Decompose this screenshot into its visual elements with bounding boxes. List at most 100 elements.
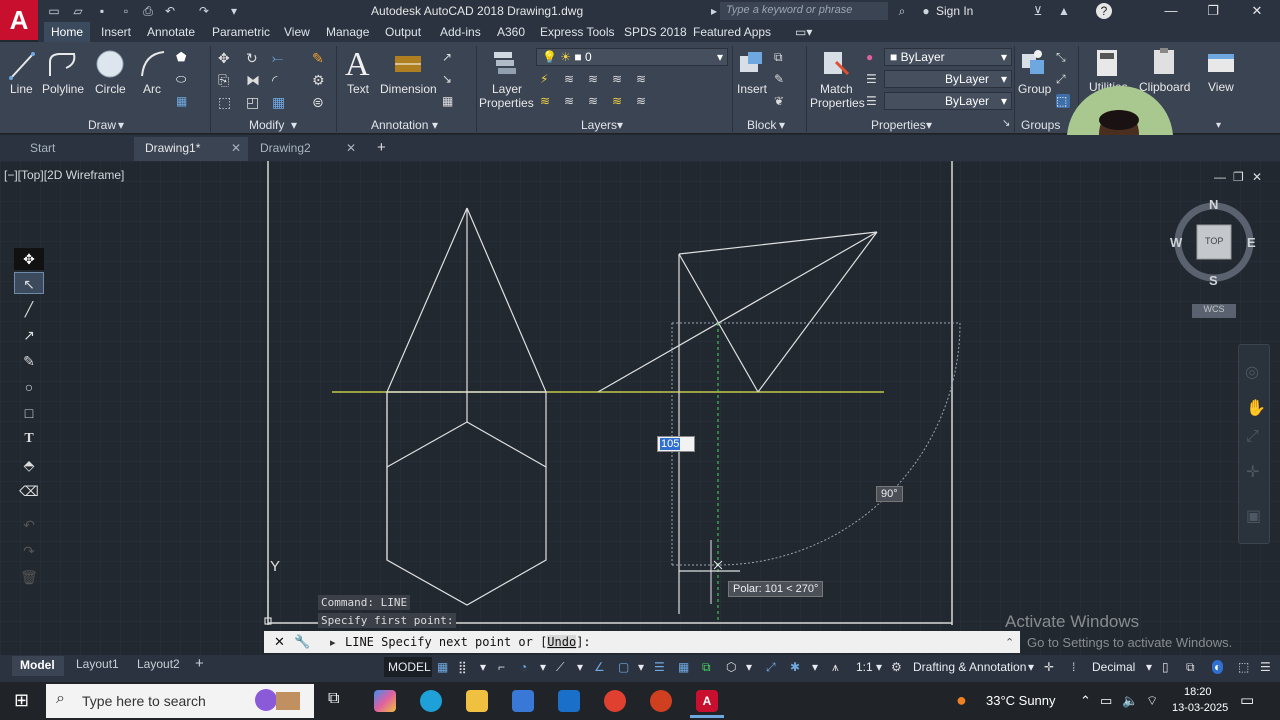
group-selection-icon[interactable]: ⬚	[1056, 94, 1070, 108]
erase-icon[interactable]: ✎	[312, 50, 326, 66]
annotation-panel-dropdown-icon[interactable]: ▾	[432, 118, 438, 132]
left-text-icon[interactable]: T	[14, 428, 44, 450]
viewport-restore-icon[interactable]: ❐	[1233, 170, 1244, 184]
layer-properties-label-1[interactable]: Layer	[492, 82, 522, 96]
tab-annotate[interactable]: Annotate	[147, 25, 195, 39]
copy-icon[interactable]: ⎘	[218, 72, 232, 88]
add-layout-plus-icon[interactable]: +	[195, 655, 204, 672]
color-dropdown[interactable]: ■ ByLayer ▾	[884, 48, 1012, 66]
layer-freeze-icon[interactable]: ≋	[612, 72, 626, 86]
layer-state-icon[interactable]: ⚡	[540, 72, 554, 86]
polygon-icon[interactable]: ⬟	[176, 50, 190, 64]
selection-filter-dropdown-icon[interactable]: ▾	[812, 660, 818, 674]
left-circle-icon[interactable]: ○	[14, 376, 44, 398]
view-label[interactable]: View	[1208, 80, 1234, 94]
layout-tab-layout1[interactable]: Layout1	[76, 657, 119, 671]
clipboard-label[interactable]: Clipboard	[1139, 80, 1190, 94]
dynamic-input-field[interactable]: 105	[657, 436, 696, 452]
powerpoint-icon[interactable]	[650, 690, 672, 712]
block-panel-dropdown-icon[interactable]: ▾	[779, 118, 785, 132]
lock-ui-icon[interactable]: ⧉	[1186, 660, 1195, 675]
line-tool-label[interactable]: Line	[10, 82, 33, 96]
outlook-icon[interactable]	[558, 690, 580, 712]
file-tab-drawing1-close-icon[interactable]: ✕	[231, 141, 241, 155]
tab-manage[interactable]: Manage	[326, 25, 369, 39]
move-icon[interactable]: ✥	[218, 50, 232, 66]
quick-access-dropdown-icon[interactable]: ▾	[226, 3, 242, 19]
layer-unlock-icon[interactable]: ≋	[636, 94, 650, 108]
exchange-icon[interactable]: ▲	[1056, 3, 1072, 19]
isometric-dropdown-icon[interactable]: ▾	[577, 660, 583, 674]
command-customize-icon[interactable]: 🔧	[294, 634, 310, 650]
left-arrow-icon[interactable]: ↗	[14, 324, 44, 346]
edge-browser-icon[interactable]	[420, 690, 442, 712]
command-recent-icon[interactable]: ▸	[330, 636, 336, 649]
lineweight-icon[interactable]: ☰	[866, 72, 880, 86]
tab-home[interactable]: Home	[44, 22, 90, 42]
draw-panel-title[interactable]: Draw	[88, 118, 116, 132]
taskbar-time[interactable]: 18:20	[1184, 686, 1212, 698]
text-tool-icon[interactable]: A	[345, 46, 370, 84]
autocad-taskbar-icon[interactable]: A	[696, 690, 718, 712]
mirror-icon[interactable]: ⧓	[246, 72, 260, 88]
snap-mode-icon[interactable]: ⣿	[458, 660, 467, 674]
object-snap-dropdown-icon[interactable]: ▾	[638, 660, 644, 674]
layout-tab-model[interactable]: Model	[12, 656, 64, 676]
command-history-toggle-icon[interactable]: ⌃	[1005, 636, 1014, 649]
block-attributes-icon[interactable]: ❦	[774, 94, 788, 108]
dynamic-ucs-icon[interactable]: ⤢	[766, 660, 776, 675]
stretch-icon[interactable]: ⬚	[218, 94, 232, 110]
polyline-tool-label[interactable]: Polyline	[42, 82, 84, 96]
binoculars-icon[interactable]: ⌕	[894, 3, 910, 19]
linetype-dropdown[interactable]: ByLayer ▾	[884, 70, 1012, 88]
tab-output[interactable]: Output	[385, 25, 421, 39]
circle-tool-label[interactable]: Circle	[95, 82, 126, 96]
left-pencil-icon[interactable]: ✎	[14, 350, 44, 372]
annotation-panel-title[interactable]: Annotation	[371, 118, 428, 132]
layer-dropdown[interactable]: 💡 ☀ ■ 0 ▾	[536, 48, 728, 66]
redo-icon[interactable]: ↷	[196, 3, 212, 19]
arc-tool-icon[interactable]	[138, 48, 168, 80]
groups-panel-title[interactable]: Groups	[1021, 118, 1060, 132]
undo-option[interactable]: Undo	[547, 635, 577, 649]
snap-dropdown-icon[interactable]: ▾	[480, 660, 486, 674]
units-display[interactable]: Decimal	[1092, 660, 1135, 674]
create-block-icon[interactable]: ⧉	[774, 50, 788, 64]
ribbon-toggle-icon[interactable]: ▭▾	[795, 25, 812, 39]
properties-panel-dropdown-icon[interactable]: ▾	[926, 118, 932, 132]
match-properties-label-2[interactable]: Properties	[810, 96, 865, 110]
undo-icon[interactable]: ↶	[162, 3, 178, 19]
draw-panel-dropdown-icon[interactable]: ▾	[118, 118, 124, 132]
ellipse-icon[interactable]: ⬭	[176, 72, 190, 86]
layer-previous-icon[interactable]: ≋	[564, 94, 578, 108]
tab-express-tools[interactable]: Express Tools	[540, 25, 614, 39]
tray-overflow-icon[interactable]: ⌃	[1080, 693, 1091, 709]
quick-properties-icon[interactable]: ▯	[1162, 660, 1169, 674]
tab-view[interactable]: View	[284, 25, 310, 39]
polar-tracking-icon[interactable]: ◔	[520, 660, 527, 674]
notification-icon[interactable]: ▭	[1240, 691, 1254, 709]
annotation-scale-dropdown-icon[interactable]: ▾	[876, 660, 882, 674]
isometric-drafting-icon[interactable]: ⟋	[556, 660, 564, 675]
block-panel-title[interactable]: Block	[747, 118, 776, 132]
edit-block-icon[interactable]: ✎	[774, 72, 788, 86]
tab-parametric[interactable]: Parametric	[212, 25, 270, 39]
drawing-canvas[interactable]	[0, 161, 1280, 655]
workspace-dropdown-icon[interactable]: ▾	[1028, 660, 1034, 674]
left-redo-icon[interactable]: ↷	[14, 540, 44, 562]
layer-off-icon[interactable]: ≋	[588, 72, 602, 86]
chrome-browser-icon[interactable]	[604, 690, 626, 712]
file-tab-start[interactable]: Start	[30, 141, 55, 155]
layer-isolate-icon[interactable]: ≋	[564, 72, 578, 86]
orbit-icon[interactable]: ✛	[1246, 462, 1259, 482]
plot-icon[interactable]: ⎙	[140, 3, 156, 19]
left-fill-bucket-icon[interactable]: ⬘	[14, 454, 44, 476]
left-undo-icon[interactable]: ↶	[14, 514, 44, 536]
ribbon-options-icon[interactable]: ▾	[1216, 120, 1221, 131]
save-icon[interactable]: ▪	[94, 3, 110, 19]
object-snap-icon[interactable]: ▢	[618, 660, 629, 674]
tab-addins[interactable]: Add-ins	[440, 25, 481, 39]
match-properties-icon[interactable]	[820, 48, 850, 78]
rotate-icon[interactable]: ↻	[246, 50, 260, 66]
trim-icon[interactable]: ⤚	[272, 50, 286, 66]
